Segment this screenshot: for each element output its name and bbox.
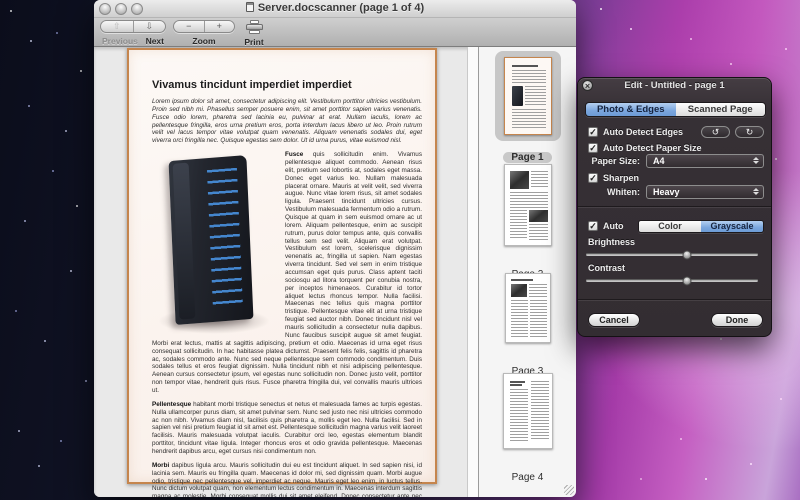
auto-detect-paper-size-label: Auto Detect Paper Size — [603, 142, 702, 153]
auto-checkbox[interactable]: ✓ — [588, 221, 598, 231]
mini-server-image — [511, 86, 523, 106]
toolbar: ⇧ ⇩ Previous Next − + Zoom Print — [94, 18, 576, 47]
zoom-in-button[interactable]: + — [203, 21, 235, 32]
tab-scanned-page[interactable]: Scanned Page — [675, 103, 765, 116]
contrast-label: Contrast — [588, 262, 626, 273]
auto-detect-edges-checkbox[interactable]: ✓ — [588, 126, 598, 137]
contrast-slider[interactable] — [586, 275, 758, 286]
paper-size-label: Paper Size: — [591, 155, 640, 166]
thumbnail-page-4[interactable]: Page 4 — [479, 373, 576, 483]
rotate-counterclockwise-button[interactable]: ↺ — [701, 125, 730, 138]
body-paragraph: Morbi dapibus ligula arcu. Mauris sollic… — [152, 461, 422, 497]
whiten-label: Whiten: — [607, 186, 640, 197]
edit-panel[interactable]: × Edit - Untitled - page 1 Photo & Edges… — [577, 77, 772, 337]
panel-title: Edit - Untitled - page 1 — [624, 80, 725, 91]
auto-detect-edges-label: Auto Detect Edges — [603, 126, 684, 137]
window-resize-grip[interactable] — [564, 485, 574, 495]
thumbnail-page-1[interactable]: Page 1 — [479, 51, 576, 163]
thumbnail-label: Page 1 — [503, 152, 552, 163]
brightness-slider[interactable] — [586, 249, 758, 260]
auto-label: Auto — [603, 221, 624, 231]
contrast-slider-thumb[interactable] — [682, 276, 692, 286]
rotate-clockwise-button[interactable]: ↻ — [735, 125, 764, 138]
server-led-stripes — [206, 167, 243, 309]
dropdown-arrows-icon — [753, 157, 759, 164]
document-view[interactable]: Vivamus tincidunt imperdiet imperdiet Lo… — [94, 47, 478, 497]
mini-photo — [509, 171, 529, 189]
window-titlebar[interactable]: Server.docscanner (page 1 of 4) — [94, 0, 576, 18]
vertical-scrollbar[interactable] — [467, 47, 478, 497]
docscanner-window: Server.docscanner (page 1 of 4) ⇧ ⇩ Prev… — [94, 0, 576, 497]
whiten-value: Heavy — [653, 186, 680, 197]
color-mode-segmented-control: Color Grayscale — [638, 219, 764, 233]
window-title: Server.docscanner (page 1 of 4) — [94, 2, 576, 14]
cancel-button[interactable]: Cancel — [588, 313, 640, 327]
starfield-left — [10, 10, 12, 12]
previous-label: Previous — [102, 36, 138, 46]
sharpen-checkbox[interactable]: ✓ — [588, 172, 598, 183]
thumbnail-sidebar[interactable]: Page 1 Page 2 — [479, 47, 576, 497]
panel-divider — [578, 299, 771, 301]
print-label: Print — [244, 37, 264, 47]
thumbnail-label: Page 4 — [511, 472, 544, 483]
intro-paragraph: Lorem ipsum dolor sit amet, consectetur … — [152, 98, 422, 145]
panel-tabs: Photo & Edges Scanned Page — [585, 102, 766, 117]
color-mode-option[interactable]: Color — [639, 220, 701, 232]
thumbnail-page-3[interactable]: Page 3 — [479, 273, 576, 377]
paper-size-dropdown[interactable]: A4 — [646, 153, 764, 168]
grayscale-mode-option[interactable]: Grayscale — [701, 220, 763, 232]
page-title: Vivamus tincidunt imperdiet imperdiet — [152, 79, 352, 91]
previous-page-button[interactable]: ⇧ — [101, 21, 133, 32]
mini-photo — [528, 210, 548, 222]
scanned-page[interactable]: Vivamus tincidunt imperdiet imperdiet Lo… — [127, 48, 437, 497]
thumbnail-page-2[interactable]: Page 2 — [479, 164, 576, 280]
mini-photo — [510, 284, 527, 297]
document-icon — [245, 2, 254, 12]
whiten-dropdown[interactable]: Heavy — [646, 184, 764, 199]
server-tower-image — [152, 152, 278, 336]
dropdown-arrows-icon — [753, 188, 759, 195]
paper-size-value: A4 — [653, 155, 665, 166]
body-paragraph: Pellentesque habitant morbi tristique se… — [152, 400, 422, 455]
starfield-right — [600, 8, 602, 10]
tab-photo-edges[interactable]: Photo & Edges — [586, 103, 676, 116]
zoom-label: Zoom — [192, 36, 216, 46]
brightness-label: Brightness — [588, 236, 636, 247]
next-page-button[interactable]: ⇩ — [132, 21, 166, 32]
done-button[interactable]: Done — [711, 313, 763, 327]
sharpen-label: Sharpen — [603, 172, 640, 183]
brightness-slider-thumb[interactable] — [682, 250, 692, 260]
zoom-out-button[interactable]: − — [174, 21, 204, 32]
panel-divider — [578, 206, 771, 208]
print-button[interactable] — [245, 20, 263, 34]
next-label: Next — [145, 36, 164, 46]
auto-detect-paper-size-checkbox[interactable]: ✓ — [588, 142, 598, 153]
